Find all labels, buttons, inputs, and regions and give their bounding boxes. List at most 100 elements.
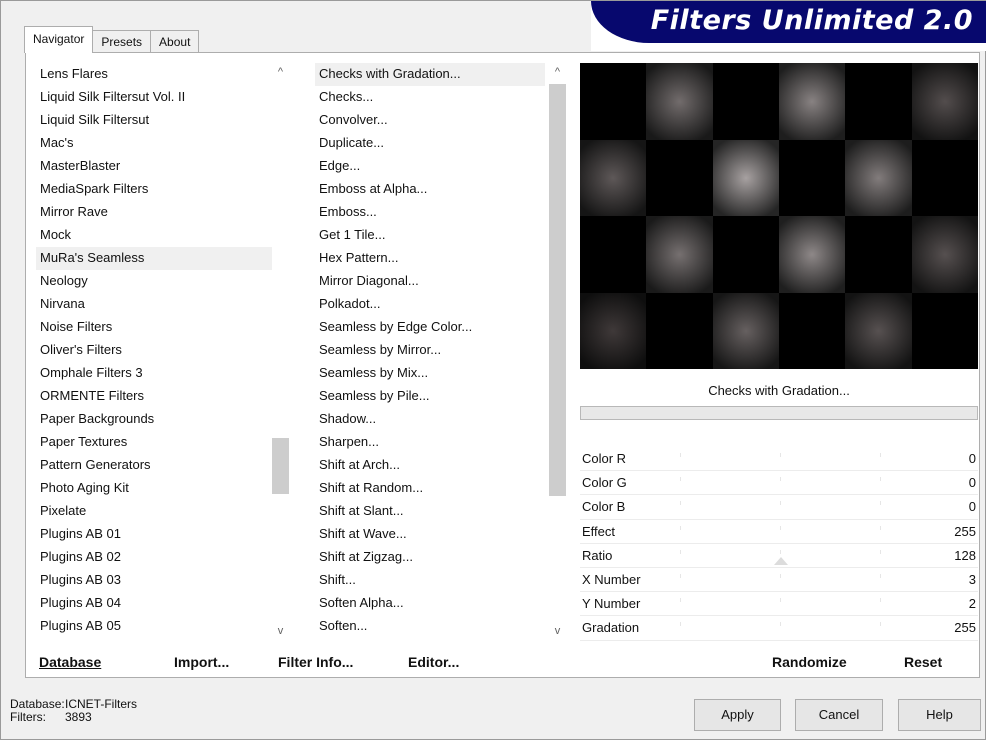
category-item[interactable]: Omphale Filters 3 xyxy=(36,362,276,385)
filter-item[interactable]: Convolver... xyxy=(315,109,545,132)
category-item[interactable]: Plugins AB 01 xyxy=(36,523,276,546)
tab-navigator[interactable]: Navigator xyxy=(24,26,94,53)
filter-scrollbar[interactable]: ^ v xyxy=(549,64,566,640)
tab-about[interactable]: About xyxy=(150,30,200,53)
category-item[interactable]: Pattern Generators xyxy=(36,454,276,477)
scroll-up-icon[interactable]: ^ xyxy=(272,64,289,81)
category-item[interactable]: Liquid Silk Filtersut xyxy=(36,109,276,132)
database-button[interactable]: Database xyxy=(39,654,101,670)
parameter-slider[interactable]: Color B 0 xyxy=(580,495,978,520)
category-item[interactable]: MediaSpark Filters xyxy=(36,178,276,201)
parameter-slider[interactable]: X Number 3 xyxy=(580,568,978,593)
parameter-sliders: Color R 0 Color G 0 Color B 0 Effect 255 Ratio 12… xyxy=(580,447,978,645)
filter-item[interactable]: Shift at Zigzag... xyxy=(315,546,545,569)
category-item[interactable]: MasterBlaster xyxy=(36,155,276,178)
filter-item[interactable]: Polkadot... xyxy=(315,293,545,316)
category-scroll-thumb[interactable] xyxy=(272,438,289,494)
category-list[interactable]: Lens Flares Liquid Silk Filtersut Vol. II… xyxy=(36,63,276,639)
parameter-slider[interactable]: Effect 255 xyxy=(580,520,978,544)
slider-tick xyxy=(780,622,781,627)
category-item[interactable]: Liquid Silk Filtersut Vol. II xyxy=(36,86,276,109)
preview-cell xyxy=(712,63,779,140)
database-info: Database:ICNET-Filters Filters: 3893 xyxy=(10,698,137,724)
filter-item[interactable]: Soften Alpha... xyxy=(315,592,545,615)
apply-button[interactable]: Apply xyxy=(694,699,781,731)
filter-item[interactable]: Soften... xyxy=(315,615,545,638)
filter-item[interactable]: Sharpen... xyxy=(315,431,545,454)
filter-scroll-thumb[interactable] xyxy=(549,84,566,496)
filter-item[interactable]: Shift at Arch... xyxy=(315,454,545,477)
filters-count-value: 3893 xyxy=(65,710,92,724)
category-item[interactable]: Paper Textures xyxy=(36,431,276,454)
filter-item[interactable]: Edge... xyxy=(315,155,545,178)
filter-item[interactable]: Seamless by Mirror... xyxy=(315,339,545,362)
slider-tick xyxy=(680,573,681,578)
category-item[interactable]: Plugins AB 05 xyxy=(36,615,276,638)
help-button[interactable]: Help xyxy=(898,699,981,731)
cancel-button[interactable]: Cancel xyxy=(795,699,883,731)
parameter-value: 128 xyxy=(954,547,976,563)
filter-item[interactable]: Solarized Color... xyxy=(315,638,545,639)
preview-cell xyxy=(580,139,647,216)
category-item[interactable]: Photo Aging Kit xyxy=(36,477,276,500)
slider-tick xyxy=(880,573,881,578)
filter-item[interactable]: Get 1 Tile... xyxy=(315,224,545,247)
category-item[interactable]: Mirror Rave xyxy=(36,201,276,224)
category-item[interactable]: Mac's xyxy=(36,132,276,155)
filter-item[interactable]: Shift... xyxy=(315,569,545,592)
category-item[interactable]: Neology xyxy=(36,270,276,293)
parameter-slider[interactable]: Gradation 255 xyxy=(580,616,978,641)
category-item[interactable]: Pixelate xyxy=(36,500,276,523)
filter-item[interactable]: Emboss... xyxy=(315,201,545,224)
category-item[interactable]: Lens Flares xyxy=(36,63,276,86)
parameter-slider[interactable]: Y Number 2 xyxy=(580,592,978,617)
filter-item[interactable]: Seamless by Pile... xyxy=(315,385,545,408)
category-item[interactable]: Nirvana xyxy=(36,293,276,316)
category-item[interactable]: ORMENTE Filters xyxy=(36,385,276,408)
category-item[interactable]: Plugins AB 02 xyxy=(36,546,276,569)
filter-info-button[interactable]: Filter Info... xyxy=(278,654,353,670)
progress-bar xyxy=(580,406,978,420)
scroll-down-icon[interactable]: v xyxy=(272,623,289,640)
filter-item[interactable]: Seamless by Mix... xyxy=(315,362,545,385)
scroll-up-icon[interactable]: ^ xyxy=(549,64,566,81)
parameter-slider[interactable]: Color G 0 xyxy=(580,471,978,496)
filter-list[interactable]: Checks with Gradation... Checks... Convolv… xyxy=(315,63,545,639)
filter-item[interactable]: Emboss at Alpha... xyxy=(315,178,545,201)
scroll-down-icon[interactable]: v xyxy=(549,623,566,640)
preview-filter-name: Checks with Gradation... xyxy=(708,383,850,398)
slider-tick xyxy=(880,453,881,457)
filter-item[interactable]: Shift at Wave... xyxy=(315,523,545,546)
category-item[interactable]: MuRa's Seamless xyxy=(36,247,276,270)
category-item[interactable]: Mock xyxy=(36,224,276,247)
tab-presets[interactable]: Presets xyxy=(92,30,152,53)
category-item[interactable]: Paper Backgrounds xyxy=(36,408,276,431)
filter-item[interactable]: Shadow... xyxy=(315,408,545,431)
category-item[interactable]: Noise Filters xyxy=(36,316,276,339)
parameter-name: Ratio xyxy=(582,547,613,563)
filter-item[interactable]: Shift at Random... xyxy=(315,477,545,500)
preview-cell xyxy=(845,292,912,369)
category-item[interactable]: Oliver's Filters xyxy=(36,339,276,362)
category-item[interactable]: Plugins AB 06 xyxy=(36,638,276,639)
preview-cell xyxy=(779,216,846,293)
parameter-value: 0 xyxy=(968,499,976,515)
filter-item[interactable]: Checks with Gradation... xyxy=(315,63,545,86)
slider-tick xyxy=(880,549,881,554)
import-button[interactable]: Import... xyxy=(174,654,229,670)
reset-button[interactable]: Reset xyxy=(904,654,942,670)
filter-item[interactable]: Hex Pattern... xyxy=(315,247,545,270)
category-scrollbar[interactable]: ^ v xyxy=(272,64,289,640)
filter-item[interactable]: Shift at Slant... xyxy=(315,500,545,523)
randomize-button[interactable]: Randomize xyxy=(772,654,847,670)
category-item[interactable]: Plugins AB 04 xyxy=(36,592,276,615)
filter-item[interactable]: Checks... xyxy=(315,86,545,109)
category-item[interactable]: Plugins AB 03 xyxy=(36,569,276,592)
filter-item[interactable]: Seamless by Edge Color... xyxy=(315,316,545,339)
filter-item[interactable]: Duplicate... xyxy=(315,132,545,155)
slider-tick xyxy=(680,598,681,603)
parameter-slider[interactable]: Color R 0 xyxy=(580,447,978,472)
filter-item[interactable]: Mirror Diagonal... xyxy=(315,270,545,293)
editor-button[interactable]: Editor... xyxy=(408,654,459,670)
slider-tick xyxy=(880,525,881,530)
